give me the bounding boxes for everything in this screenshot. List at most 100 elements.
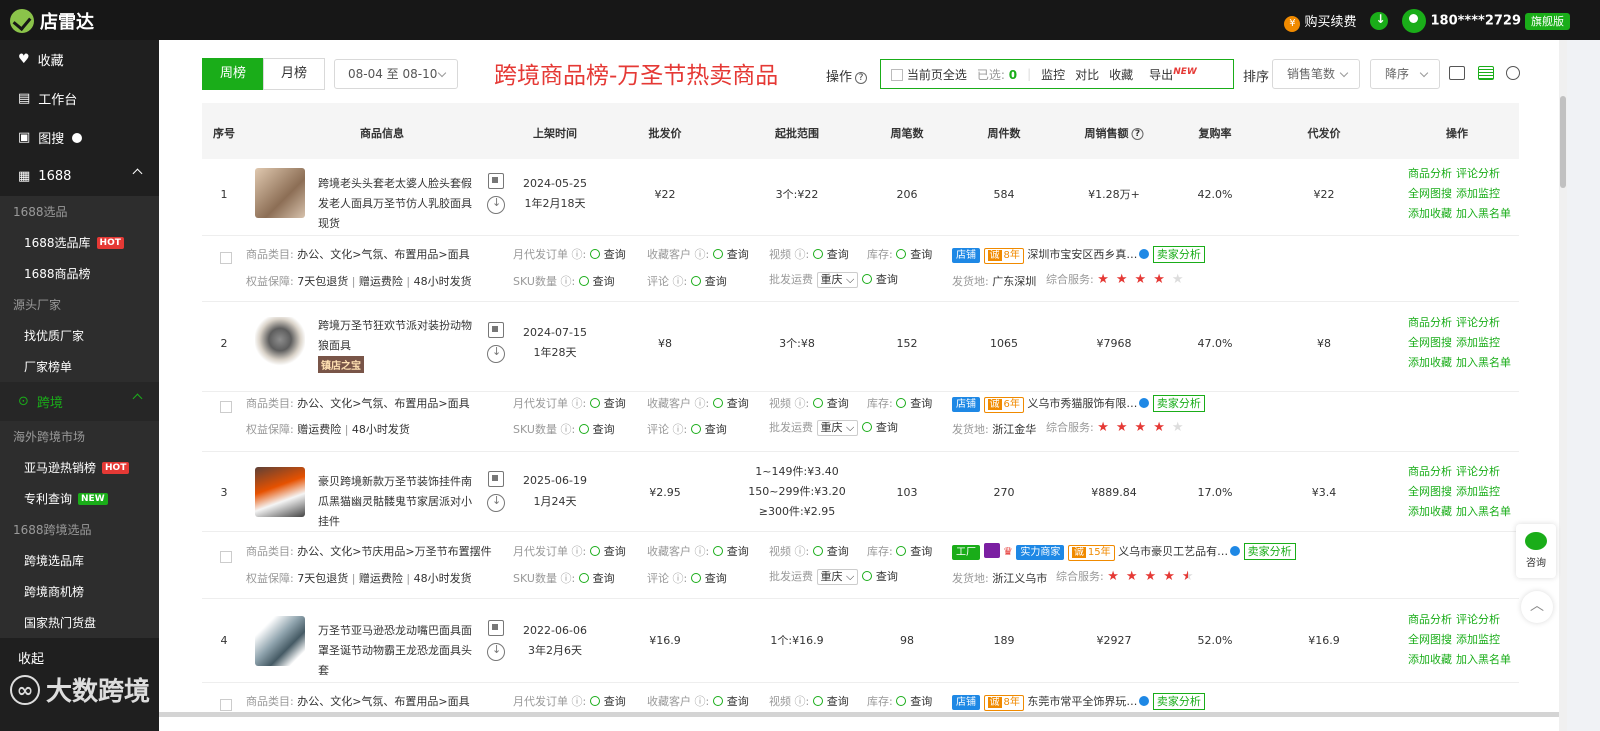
- product-name-link[interactable]: 万圣节亚马逊恐龙动嘴巴面具面罩圣诞节动物霸王龙恐龙面具头套: [318, 621, 482, 681]
- query-link[interactable]: 查询: [590, 545, 626, 558]
- query-link[interactable]: 查询: [862, 570, 898, 583]
- query-link[interactable]: 查询: [691, 423, 727, 436]
- query-link[interactable]: 查询: [579, 423, 615, 436]
- sort-field-select[interactable]: 销售笔数: [1272, 59, 1360, 89]
- sidebar-item-1688[interactable]: ▦ 1688: [0, 157, 159, 196]
- add-favorite-link[interactable]: 添加收藏: [1408, 505, 1452, 518]
- city-select[interactable]: 重庆 ⌵: [816, 569, 859, 585]
- sidebar-item-hot-goods[interactable]: 国家热门货盘: [0, 607, 159, 638]
- download-icon[interactable]: [487, 345, 505, 363]
- sidebar-item-workbench[interactable]: ▤ 工作台: [0, 79, 159, 118]
- sidebar-item-image-search[interactable]: ▣ 图搜: [0, 118, 159, 157]
- query-link[interactable]: 查询: [590, 397, 626, 410]
- seller-analysis-button[interactable]: 卖家分析: [1243, 543, 1296, 560]
- row-checkbox[interactable]: [220, 551, 232, 563]
- scrollbar-thumb[interactable]: [1560, 96, 1566, 188]
- sidebar-item-favorites[interactable]: ♥ 收藏: [0, 40, 159, 79]
- product-name-link[interactable]: 跨境老头头套老太婆人脸头套假发老人面具万圣节仿人乳胶面具现货: [318, 174, 482, 234]
- query-link[interactable]: 查询: [813, 695, 849, 708]
- download-icon[interactable]: [1370, 12, 1389, 30]
- seller-analysis-button[interactable]: 卖家分析: [1152, 395, 1205, 412]
- settings-icon[interactable]: [1506, 66, 1520, 80]
- query-link[interactable]: 查询: [713, 248, 749, 261]
- query-link[interactable]: 查询: [691, 572, 727, 585]
- tab-weekly[interactable]: 周榜: [202, 58, 264, 90]
- blacklist-link[interactable]: 加入黑名单: [1456, 356, 1511, 369]
- query-link[interactable]: 查询: [713, 545, 749, 558]
- image-view-icon[interactable]: [1449, 66, 1465, 80]
- query-link[interactable]: 查询: [590, 695, 626, 708]
- app-logo[interactable]: 店雷达: [10, 8, 94, 34]
- image-search-link[interactable]: 全网图搜: [1408, 633, 1452, 646]
- sidebar-item-factory-rank[interactable]: 厂家榜单: [0, 351, 159, 382]
- compare-button[interactable]: 对比: [1075, 66, 1099, 83]
- seller-analysis-button[interactable]: 卖家分析: [1152, 693, 1205, 710]
- query-link[interactable]: 查询: [896, 248, 932, 261]
- query-link[interactable]: 查询: [862, 273, 898, 286]
- sort-order-select[interactable]: 降序: [1370, 59, 1440, 89]
- sidebar-item-crossborder[interactable]: ⊙ 跨境: [0, 382, 159, 421]
- review-analysis-link[interactable]: 评论分析: [1456, 167, 1500, 180]
- add-favorite-link[interactable]: 添加收藏: [1408, 356, 1452, 369]
- add-monitor-link[interactable]: 添加监控: [1456, 633, 1500, 646]
- product-thumbnail[interactable]: [255, 317, 305, 367]
- select-all-checkbox[interactable]: 当前页全选: [891, 66, 967, 83]
- download-icon[interactable]: [487, 196, 505, 214]
- city-select[interactable]: 重庆 ⌵: [816, 420, 859, 436]
- sidebar-item-find-factory[interactable]: 找优质厂家: [0, 320, 159, 351]
- review-analysis-link[interactable]: 评论分析: [1456, 465, 1500, 478]
- review-analysis-link[interactable]: 评论分析: [1456, 316, 1500, 329]
- row-checkbox[interactable]: [220, 401, 232, 413]
- qrcode-icon[interactable]: [488, 471, 504, 487]
- sidebar-item-amazon[interactable]: 亚马逊热销榜 HOT: [0, 452, 159, 483]
- image-search-link[interactable]: 全网图搜: [1408, 336, 1452, 349]
- sidebar-item-cross-library[interactable]: 跨境选品库: [0, 545, 159, 576]
- add-favorite-link[interactable]: 添加收藏: [1408, 653, 1452, 666]
- query-link[interactable]: 查询: [862, 421, 898, 434]
- product-analysis-link[interactable]: 商品分析: [1408, 167, 1452, 180]
- sidebar-item-1688-rank[interactable]: 1688商品榜: [0, 258, 159, 289]
- consult-button[interactable]: 咨询: [1516, 524, 1556, 578]
- shop-name-link[interactable]: 东莞市常平全饰界玩…: [1027, 695, 1137, 708]
- row-checkbox[interactable]: [220, 252, 232, 264]
- sidebar-item-1688-library[interactable]: 1688选品库 HOT: [0, 227, 159, 258]
- product-name-link[interactable]: 豪贝跨境新款万圣节装饰挂件南瓜黑猫幽灵骷髅鬼节家居派对小挂件: [318, 472, 482, 532]
- product-analysis-link[interactable]: 商品分析: [1408, 316, 1452, 329]
- query-link[interactable]: 查询: [813, 545, 849, 558]
- product-analysis-link[interactable]: 商品分析: [1408, 613, 1452, 626]
- city-select[interactable]: 重庆 ⌵: [816, 272, 859, 288]
- buy-renew-button[interactable]: ¥ 购买续费: [1284, 11, 1356, 32]
- query-link[interactable]: 查询: [579, 572, 615, 585]
- user-account[interactable]: 180****2729 旗舰版: [1402, 9, 1570, 33]
- download-icon[interactable]: [487, 494, 505, 512]
- monitor-button[interactable]: 监控: [1041, 66, 1065, 83]
- query-link[interactable]: 查询: [590, 248, 626, 261]
- add-monitor-link[interactable]: 添加监控: [1456, 336, 1500, 349]
- add-favorite-link[interactable]: 添加收藏: [1408, 207, 1452, 220]
- qrcode-icon[interactable]: [488, 173, 504, 189]
- blacklist-link[interactable]: 加入黑名单: [1456, 505, 1511, 518]
- product-thumbnail[interactable]: [255, 168, 305, 218]
- add-monitor-link[interactable]: 添加监控: [1456, 485, 1500, 498]
- product-analysis-link[interactable]: 商品分析: [1408, 465, 1452, 478]
- product-thumbnail[interactable]: [255, 467, 305, 517]
- download-icon[interactable]: [487, 643, 505, 661]
- image-search-link[interactable]: 全网图搜: [1408, 485, 1452, 498]
- product-name-link[interactable]: 跨境万圣节狂欢节派对装扮动物狼面具: [318, 316, 482, 356]
- sidebar-item-patent[interactable]: 专利查询 NEW: [0, 483, 159, 514]
- tab-monthly[interactable]: 月榜: [263, 58, 325, 90]
- image-search-link[interactable]: 全网图搜: [1408, 187, 1452, 200]
- query-link[interactable]: 查询: [813, 397, 849, 410]
- horizontal-scrollbar[interactable]: [159, 712, 1559, 717]
- review-analysis-link[interactable]: 评论分析: [1456, 613, 1500, 626]
- product-thumbnail[interactable]: [255, 616, 305, 666]
- seller-analysis-button[interactable]: 卖家分析: [1152, 246, 1205, 263]
- query-link[interactable]: 查询: [896, 545, 932, 558]
- sidebar-item-cross-opportunity[interactable]: 跨境商机榜: [0, 576, 159, 607]
- query-link[interactable]: 查询: [713, 397, 749, 410]
- shop-name-link[interactable]: 义乌市秀猫服饰有限…: [1027, 397, 1137, 410]
- qrcode-icon[interactable]: [488, 322, 504, 338]
- query-link[interactable]: 查询: [896, 397, 932, 410]
- shop-name-link[interactable]: 义乌市豪贝工艺品有…: [1118, 545, 1228, 558]
- query-link[interactable]: 查询: [896, 695, 932, 708]
